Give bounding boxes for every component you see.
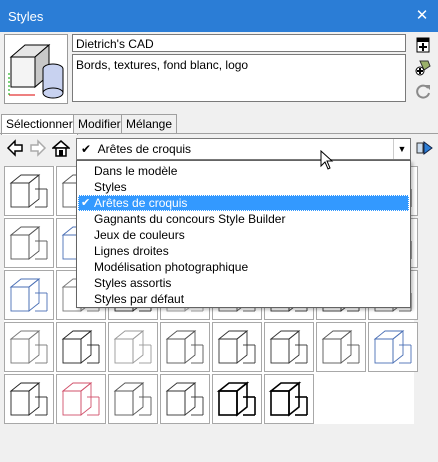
checkmark-icon: ✔: [81, 142, 92, 156]
checkmark-icon: ✔: [81, 197, 91, 209]
window-titlebar: Styles ✕: [0, 0, 438, 32]
sketch-box-icon: [165, 382, 204, 416]
sketch-box-icon: [268, 381, 308, 417]
sketch-box-icon: [9, 330, 48, 364]
sketch-box-icon: [113, 382, 152, 416]
sketch-box-icon: [9, 174, 48, 208]
sketch-box-icon: [61, 330, 100, 364]
back-arrow-icon[interactable]: [6, 139, 24, 157]
tab-edit[interactable]: Modifier: [73, 114, 126, 133]
dropdown-item[interactable]: Dans le modèle: [78, 163, 409, 179]
dropdown-item[interactable]: Styles assortis: [78, 275, 409, 291]
chevron-down-icon[interactable]: ▼: [393, 139, 410, 159]
update-style-icon[interactable]: [414, 58, 432, 76]
style-description-field[interactable]: Bords, textures, fond blanc, logo: [72, 54, 406, 102]
sketch-box-icon: [9, 226, 48, 260]
style-tabs: Sélectionner Modifier Mélange: [0, 114, 438, 135]
style-thumbnail-cell[interactable]: [264, 322, 314, 372]
sketch-box-icon: [321, 330, 360, 364]
style-thumbnail-cell[interactable]: [4, 374, 54, 424]
dropdown-item[interactable]: Lignes droites: [78, 243, 409, 259]
style-thumbnail-cell[interactable]: [4, 322, 54, 372]
home-icon[interactable]: [51, 139, 71, 157]
style-thumbnail-cell[interactable]: [160, 322, 210, 372]
style-thumbnail-cell[interactable]: [212, 322, 262, 372]
style-thumbnail: [4, 34, 68, 104]
collection-select-value: Arêtes de croquis: [97, 142, 192, 156]
style-thumbnail-cell[interactable]: [4, 166, 54, 216]
sketch-box-icon: [9, 382, 48, 416]
style-thumbnail-cell[interactable]: [4, 270, 54, 320]
tab-select[interactable]: Sélectionner: [1, 114, 78, 135]
close-button[interactable]: ✕: [406, 0, 438, 32]
sketch-box-icon: [216, 381, 256, 417]
dropdown-item[interactable]: Gagnants du concours Style Builder: [78, 211, 409, 227]
sketch-box-icon: [9, 278, 48, 312]
create-style-icon[interactable]: [414, 36, 432, 54]
collection-select[interactable]: ✔ Arêtes de croquis ▼: [76, 138, 411, 160]
dropdown-item[interactable]: Styles: [78, 179, 409, 195]
style-thumbnail-cell[interactable]: [56, 322, 106, 372]
forward-arrow-icon[interactable]: [29, 139, 47, 157]
style-thumbnail-cell[interactable]: [108, 374, 158, 424]
style-thumbnail-cell[interactable]: [108, 322, 158, 372]
mouse-cursor-icon: [320, 149, 334, 170]
dropdown-item-selected[interactable]: ✔ Arêtes de croquis: [78, 195, 409, 211]
style-thumbnail-cell[interactable]: [160, 374, 210, 424]
sketch-box-icon: [373, 330, 412, 364]
sketch-box-icon: [113, 330, 152, 364]
collection-dropdown: Dans le modèle Styles ✔ Arêtes de croqui…: [76, 160, 411, 308]
style-preview-image: [5, 35, 67, 103]
dropdown-item[interactable]: Modélisation photographique: [78, 259, 409, 275]
sketch-box-icon: [61, 382, 100, 416]
sketch-box-icon: [269, 330, 308, 364]
dropdown-item[interactable]: Styles par défaut: [78, 291, 409, 307]
style-thumbnail-cell[interactable]: [4, 218, 54, 268]
window-title: Styles: [8, 9, 44, 24]
refresh-icon[interactable]: [414, 82, 432, 100]
tab-mix[interactable]: Mélange: [121, 114, 178, 133]
dropdown-item-label: Arêtes de croquis: [94, 196, 188, 210]
style-thumbnail-cell[interactable]: [368, 322, 418, 372]
style-thumbnail-cell[interactable]: [316, 322, 366, 372]
sketch-box-icon: [165, 330, 204, 364]
sketch-box-icon: [217, 330, 256, 364]
style-thumbnail-cell[interactable]: [212, 374, 262, 424]
details-arrow-icon[interactable]: [416, 139, 434, 157]
style-thumbnail-cell[interactable]: [264, 374, 314, 424]
style-thumbnail-cell[interactable]: [56, 374, 106, 424]
tab-divider: [0, 133, 438, 134]
style-name-field[interactable]: Dietrich's CAD: [72, 34, 406, 52]
dropdown-item[interactable]: Jeux de couleurs: [78, 227, 409, 243]
